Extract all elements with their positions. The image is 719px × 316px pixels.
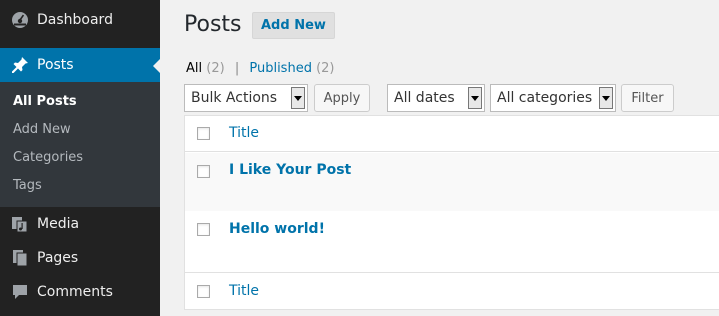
categories-filter-select[interactable]: All categories <box>490 84 616 112</box>
menu-item-label: Dashboard <box>37 12 113 28</box>
submenu-item-tags[interactable]: Tags <box>13 178 42 193</box>
comments-icon <box>10 282 30 302</box>
bulk-actions-select[interactable]: Bulk Actions <box>184 84 308 112</box>
dates-filter-select[interactable]: All dates <box>387 84 485 112</box>
table-row: I Like Your Post <box>185 153 719 211</box>
filter-published-link[interactable]: Published <box>249 61 312 76</box>
filter-published-count: (2) <box>316 61 335 76</box>
page-title: Posts <box>184 12 242 37</box>
post-title-link[interactable]: I Like Your Post <box>229 162 351 178</box>
filter-all-count: (2) <box>206 61 225 76</box>
pushpin-icon <box>10 55 30 75</box>
menu-item-comments[interactable]: Comments <box>0 275 160 309</box>
dashboard-icon <box>10 10 30 30</box>
pages-icon <box>10 248 30 268</box>
row-checkbox[interactable] <box>197 165 210 178</box>
main-content: Posts Add New All (2) | Published (2) Bu… <box>160 0 719 316</box>
row-checkbox[interactable] <box>197 223 210 236</box>
filter-button[interactable]: Filter <box>621 84 674 112</box>
submenu-item-categories[interactable]: Categories <box>13 150 83 165</box>
table-footer-row: Title <box>185 272 719 309</box>
menu-item-pages[interactable]: Pages <box>0 241 160 275</box>
dropdown-arrow-icon <box>599 87 613 109</box>
menu-item-label: Comments <box>37 284 113 300</box>
categories-filter-value: All categories <box>497 90 593 106</box>
table-header-row: Title <box>185 116 719 152</box>
select-all-checkbox[interactable] <box>197 127 210 140</box>
media-icon <box>10 214 30 234</box>
table-row: Hello world! <box>185 211 719 272</box>
admin-sidebar: Dashboard Posts All Posts Add New Catego… <box>0 0 161 316</box>
posts-submenu: All Posts Add New Categories Tags <box>0 82 160 207</box>
title-column-header[interactable]: Title <box>229 125 259 141</box>
select-all-checkbox-footer[interactable] <box>197 285 210 298</box>
submenu-item-all-posts[interactable]: All Posts <box>13 94 77 109</box>
status-filters: All (2) | Published (2) <box>186 61 335 76</box>
dates-filter-value: All dates <box>394 90 455 106</box>
add-new-button[interactable]: Add New <box>252 12 335 39</box>
dropdown-arrow-icon <box>291 87 305 109</box>
post-title-link[interactable]: Hello world! <box>229 221 325 237</box>
menu-item-posts[interactable]: Posts <box>0 48 161 82</box>
filter-all-link[interactable]: All <box>186 61 202 76</box>
menu-item-dashboard[interactable]: Dashboard <box>0 3 160 37</box>
menu-item-label: Pages <box>37 250 79 266</box>
menu-item-label: Posts <box>37 57 74 73</box>
filter-separator: | <box>234 61 240 76</box>
menu-item-media[interactable]: Media <box>0 207 160 241</box>
apply-button[interactable]: Apply <box>314 84 370 112</box>
title-column-footer[interactable]: Title <box>229 283 259 299</box>
menu-item-label: Media <box>37 216 80 232</box>
bulk-actions-value: Bulk Actions <box>191 90 278 106</box>
dropdown-arrow-icon <box>468 87 482 109</box>
submenu-item-add-new[interactable]: Add New <box>13 122 71 137</box>
posts-table: Title I Like Your Post Hello world! Titl… <box>184 115 719 310</box>
